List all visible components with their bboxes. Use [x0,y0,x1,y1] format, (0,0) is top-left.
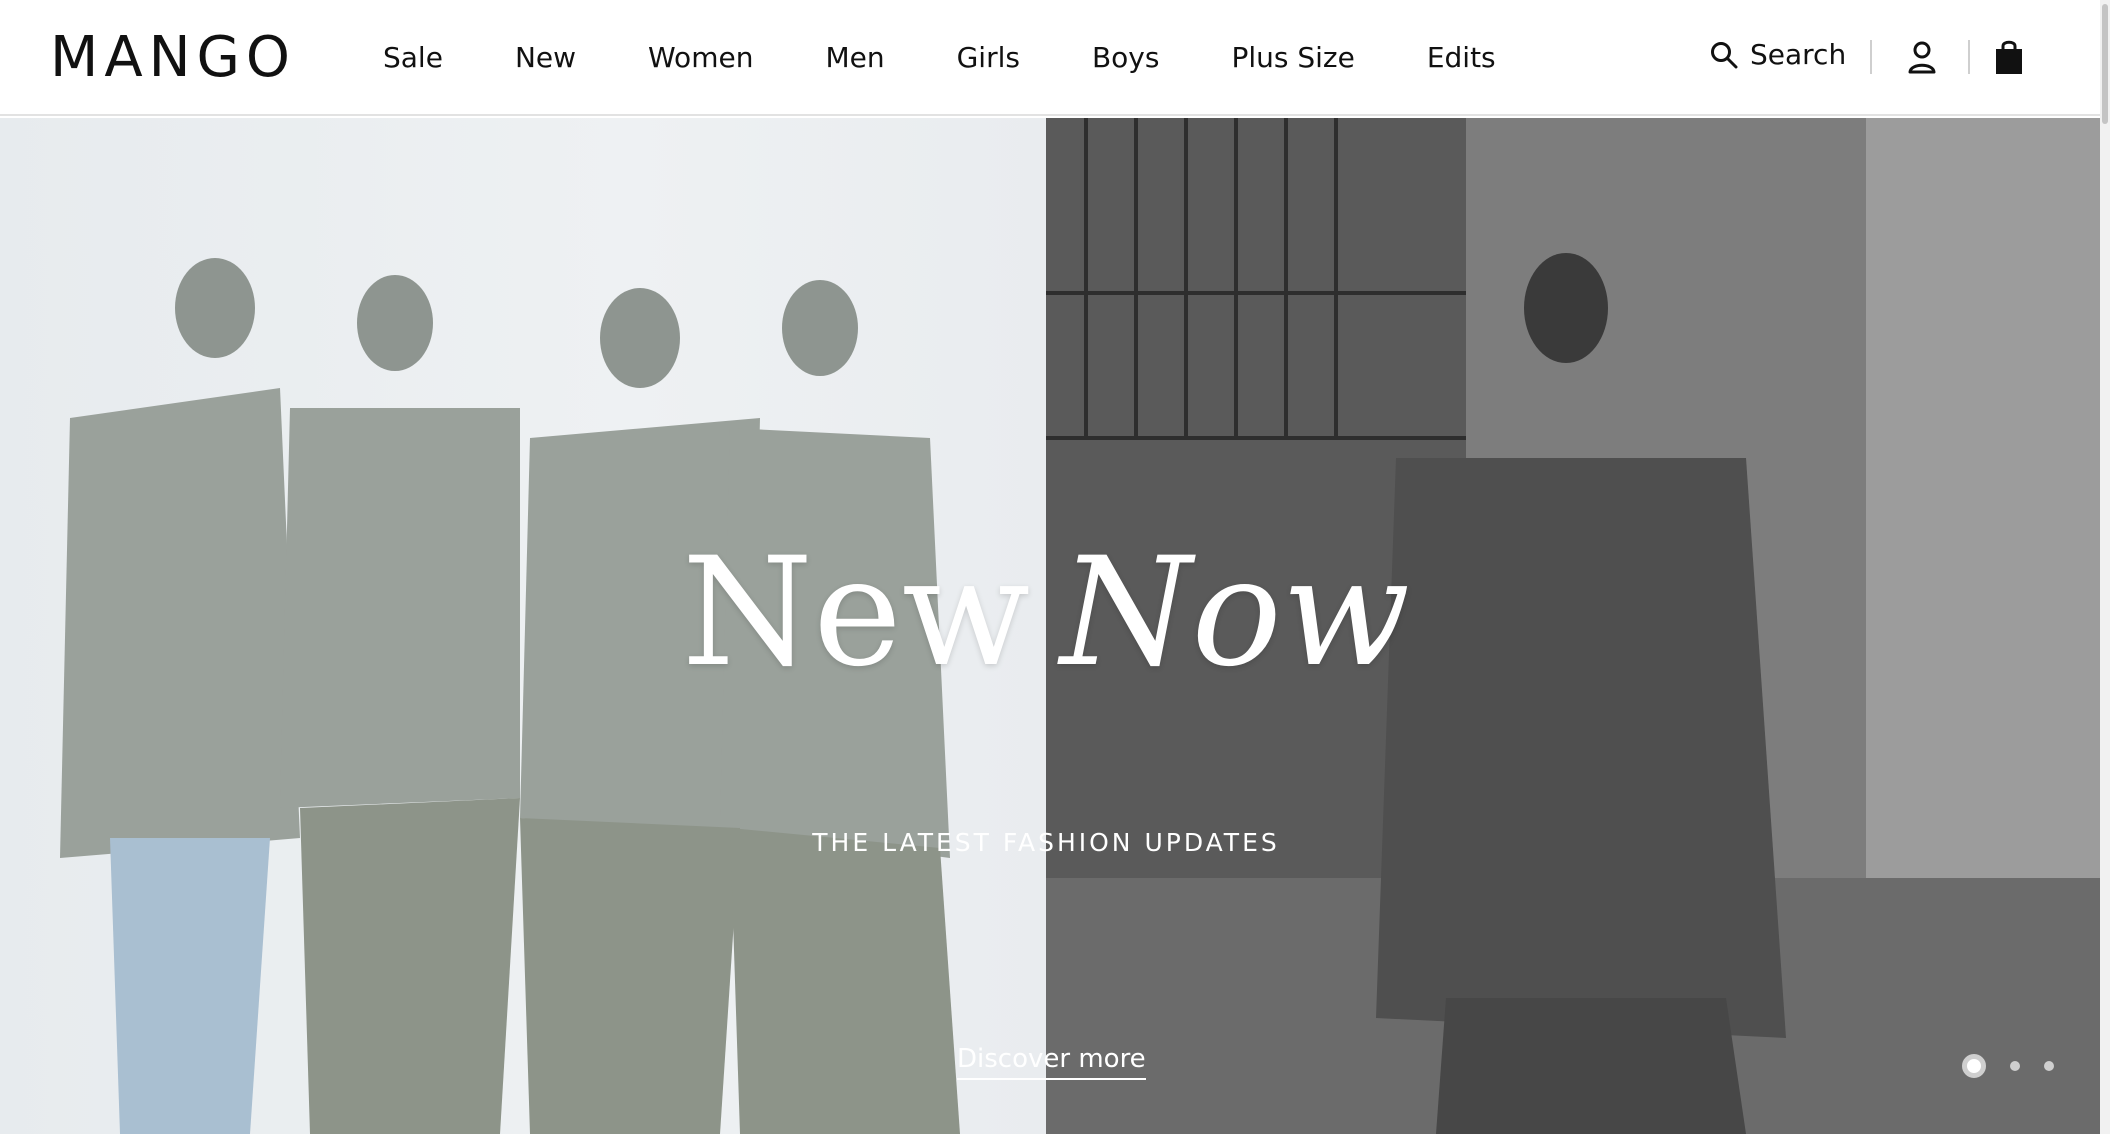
hero-banner[interactable]: New Now THE LATEST FASHION UPDATES Discov… [0,118,2100,1134]
user-icon [1908,41,1936,74]
nav-new[interactable]: New [515,44,576,72]
nav-sale[interactable]: Sale [383,44,443,72]
nav-women[interactable]: Women [648,44,753,72]
discover-more-link[interactable]: Discover more [957,1044,1146,1080]
hero-title: New Now [0,538,2092,688]
mango-logo[interactable]: MANGO [50,30,296,86]
search-button[interactable]: Search [1710,38,1846,71]
carousel-dot-1[interactable] [1962,1054,1986,1078]
main-nav: Sale New Women Men Girls Boys Plus Size … [383,0,1568,116]
carousel-dots [1962,1054,2054,1078]
shopping-bag-icon [1996,40,2022,74]
search-label: Search [1750,38,1847,71]
nav-men[interactable]: Men [825,44,884,72]
carousel-dot-3[interactable] [2044,1061,2054,1071]
account-button[interactable] [1908,40,1936,79]
header-divider [1870,40,1872,74]
scrollbar-thumb[interactable] [2102,4,2108,124]
site-header: MANGO Sale New Women Men Girls Boys Plus… [0,0,2100,116]
nav-girls[interactable]: Girls [957,44,1020,72]
nav-boys[interactable]: Boys [1092,44,1160,72]
nav-plus-size[interactable]: Plus Size [1231,44,1354,72]
search-icon [1711,41,1738,68]
hero-title-new: New [681,526,1031,700]
carousel-dot-2[interactable] [2010,1061,2020,1071]
hero-title-now: Now [1060,526,1411,700]
hero-subtitle: THE LATEST FASHION UPDATES [812,828,1280,857]
scrollbar[interactable] [2100,0,2110,1134]
nav-edits[interactable]: Edits [1427,44,1496,72]
header-divider [1968,40,1970,74]
cart-button[interactable] [1994,38,2024,81]
